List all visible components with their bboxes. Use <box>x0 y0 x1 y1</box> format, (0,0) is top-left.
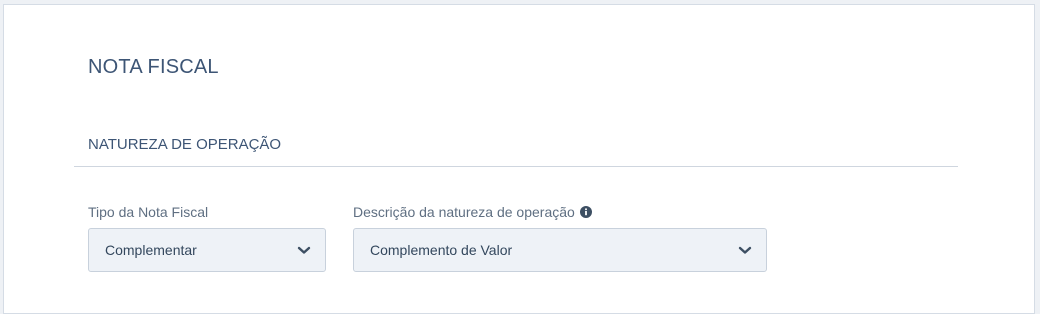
info-icon[interactable] <box>579 206 592 218</box>
descricao-natureza-select[interactable]: Complemento de Valor <box>353 228 767 272</box>
tipo-nota-fiscal-label: Tipo da Nota Fiscal <box>88 204 208 220</box>
tipo-nota-fiscal-value: Complementar <box>105 242 197 258</box>
chevron-down-icon <box>738 246 752 254</box>
section-title: NATUREZA DE OPERAÇÃO <box>88 136 282 153</box>
descricao-natureza-value: Complemento de Valor <box>370 242 513 258</box>
section-divider <box>74 166 958 167</box>
descricao-natureza-label: Descrição da natureza de operação <box>353 204 592 220</box>
tipo-nota-fiscal-select[interactable]: Complementar <box>88 228 326 272</box>
chevron-down-icon <box>297 246 311 254</box>
page-title: NOTA FISCAL <box>88 56 219 78</box>
tipo-nota-fiscal-label-text: Tipo da Nota Fiscal <box>88 204 209 220</box>
descricao-natureza-label-text: Descrição da natureza de operação <box>353 204 575 220</box>
